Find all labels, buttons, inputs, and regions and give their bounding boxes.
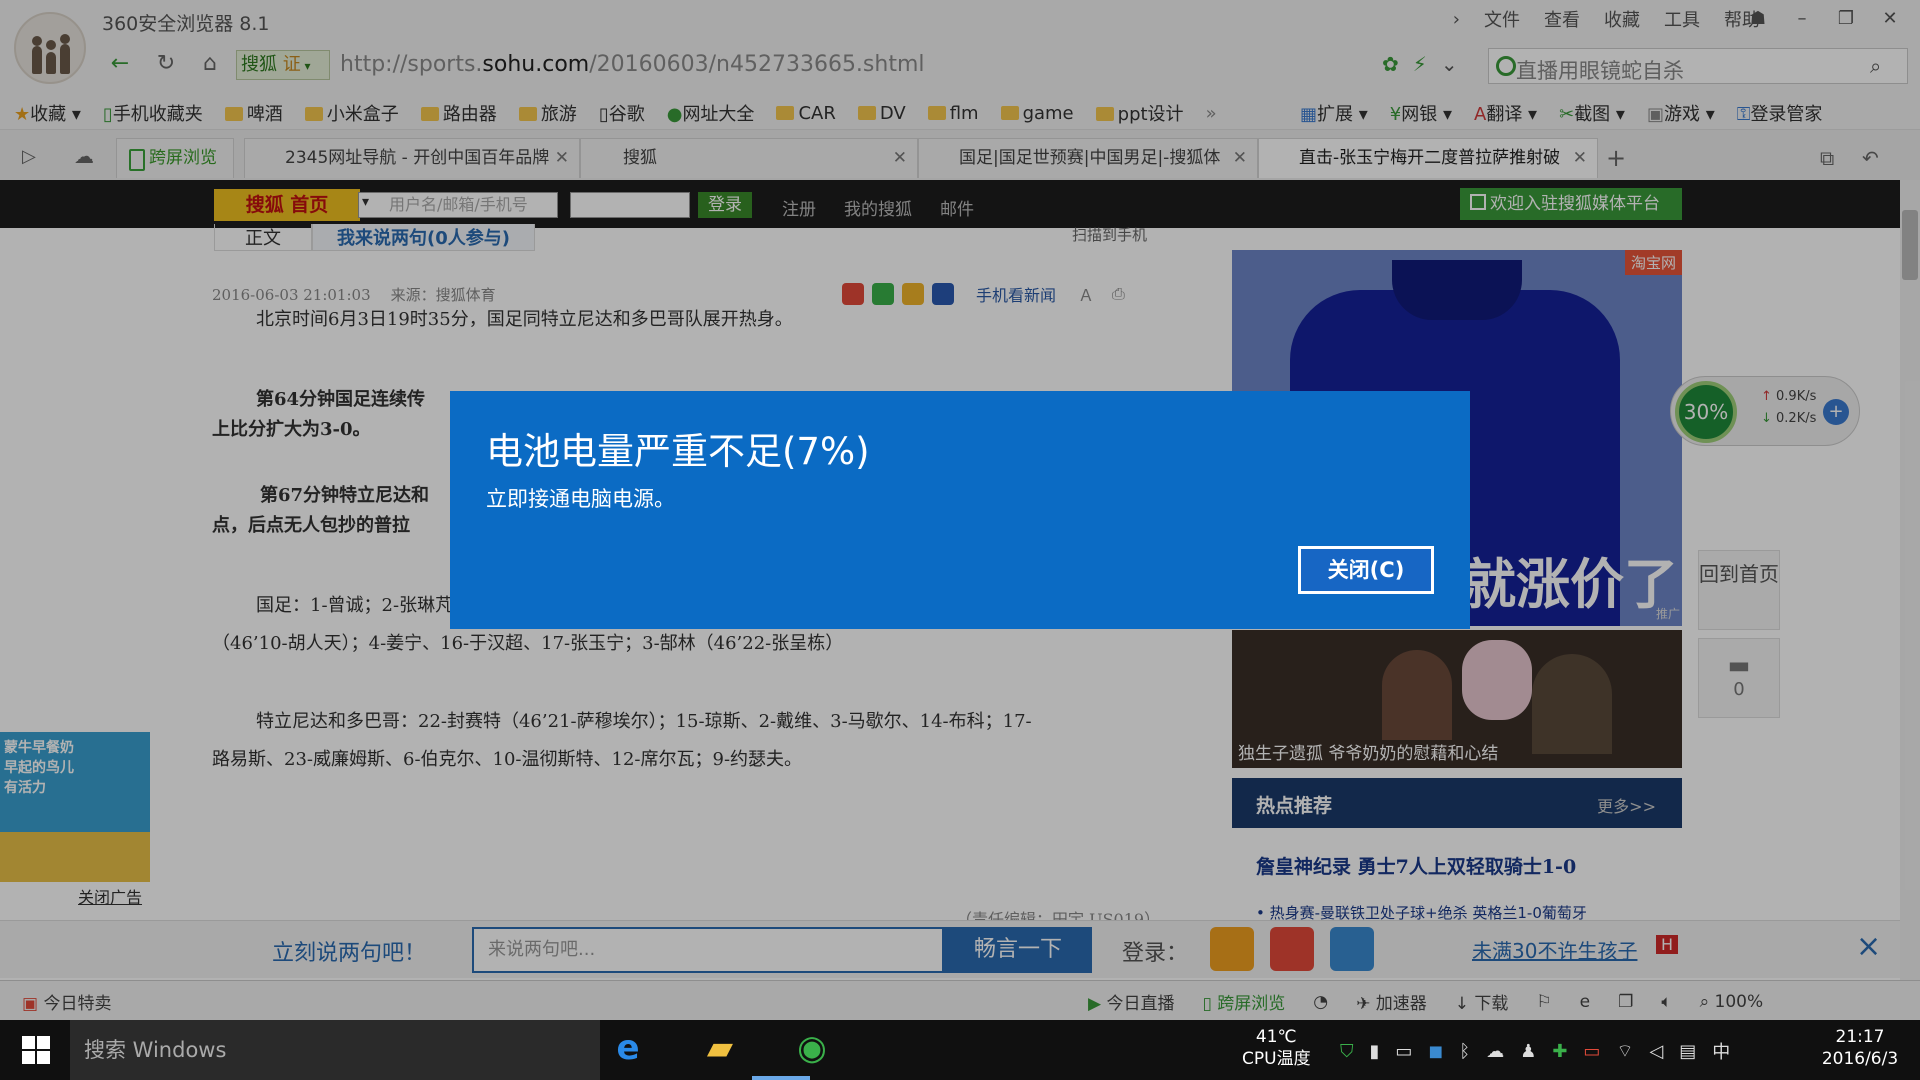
wifi-icon[interactable]: ⌔ (1616, 1040, 1633, 1063)
user-icon[interactable]: ♟ (1520, 1041, 1536, 1062)
system-tray: ⛉ ▮ ▭ ◼ ᛒ ☁ ♟ ✚ ▭ ⌔ ◁ ▤ 中 (1340, 1038, 1730, 1064)
input-method[interactable]: 中 (1712, 1038, 1730, 1064)
edge-icon[interactable]: e (608, 1028, 648, 1068)
usb-icon[interactable]: ▮ (1370, 1041, 1380, 1062)
windows-start-icon[interactable] (22, 1036, 50, 1064)
battery-warning-dialog: 电池电量严重不足(7%) 立即接通电脑电源。 关闭(C) (450, 391, 1470, 629)
display-icon[interactable]: ▭ (1395, 1041, 1412, 1062)
cloud-icon[interactable]: ☁ (1486, 1041, 1504, 1062)
browser-360-icon[interactable]: ◉ (792, 1028, 832, 1068)
taskbar-search[interactable]: 搜索 Windows (70, 1020, 600, 1080)
dialog-title: 电池电量严重不足(7%) (486, 430, 870, 473)
cpu-temperature[interactable]: 41℃ CPU温度 (1242, 1026, 1311, 1070)
dialog-close-button[interactable]: 关闭(C) (1298, 546, 1434, 594)
bluetooth-icon[interactable]: ᛒ (1459, 1041, 1470, 1062)
active-app-indicator (752, 1076, 810, 1080)
shield-icon[interactable]: ⛉ (1340, 1041, 1354, 1062)
app-icon[interactable]: ◼ (1428, 1041, 1443, 1062)
volume-icon[interactable]: ◁ (1649, 1041, 1663, 1062)
dialog-message: 立即接通电脑电源。 (486, 487, 675, 511)
clock[interactable]: 21:17 2016/6/3 (1810, 1026, 1910, 1070)
file-explorer-icon[interactable]: ▰ (700, 1028, 740, 1068)
battery-icon[interactable]: ▭ (1583, 1041, 1600, 1062)
notification-icon[interactable]: ▤ (1679, 1041, 1696, 1062)
taskbar-apps: e ▰ ◉ (608, 1028, 832, 1068)
360-icon[interactable]: ✚ (1552, 1041, 1567, 1062)
